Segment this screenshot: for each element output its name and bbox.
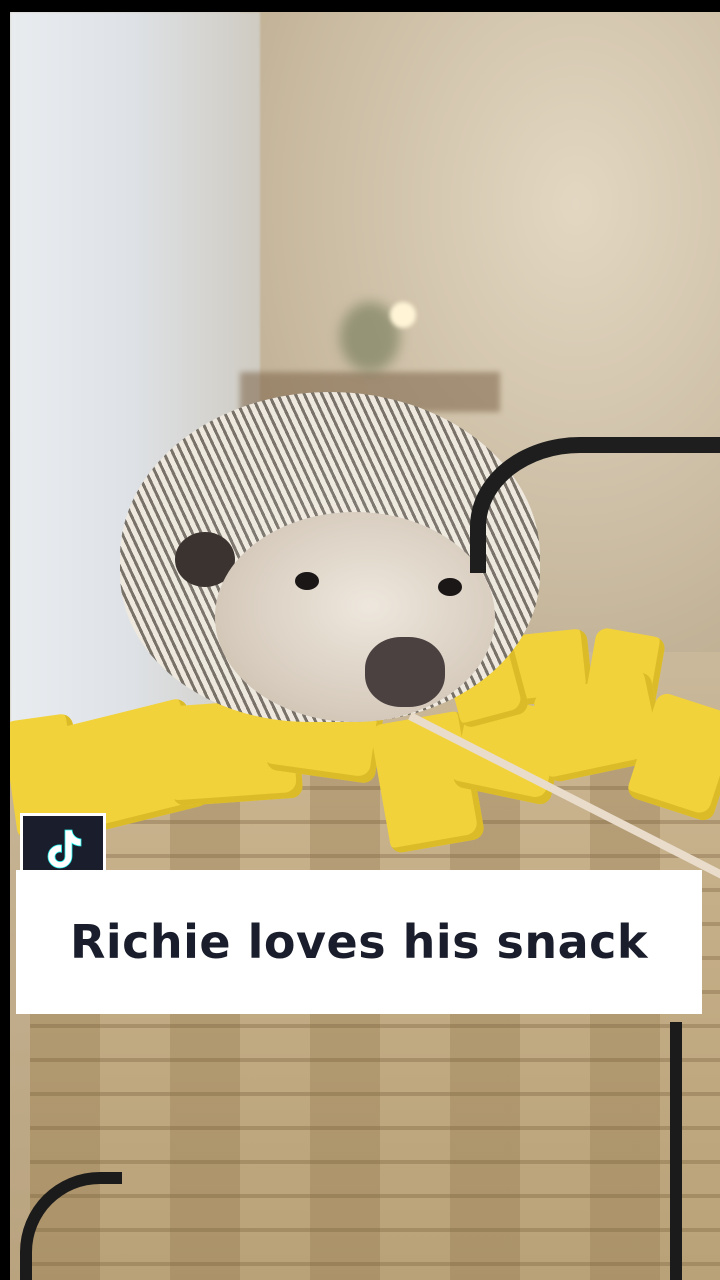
video-frame bbox=[10, 12, 720, 1280]
hedgehog-nose bbox=[365, 637, 445, 707]
tiktok-icon bbox=[43, 826, 83, 874]
caption-text: Richie loves his snack bbox=[69, 915, 649, 969]
lamp-light bbox=[390, 302, 416, 328]
hedgehog-eye-right bbox=[438, 578, 462, 596]
hedgehog-face bbox=[215, 512, 495, 722]
caption-banner: Richie loves his snack bbox=[16, 870, 702, 1014]
basket-stand-right bbox=[670, 1022, 712, 1280]
hedgehog-eye-left bbox=[295, 572, 319, 590]
